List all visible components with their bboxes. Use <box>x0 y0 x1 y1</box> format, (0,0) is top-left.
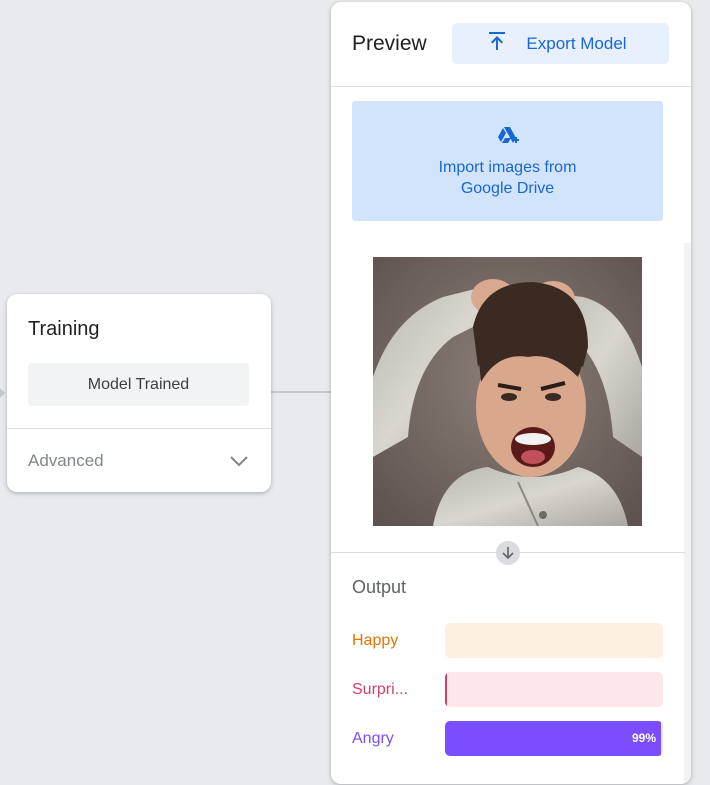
confidence-fill <box>445 721 661 756</box>
incoming-connector-arrow <box>0 388 5 398</box>
training-title: Training <box>28 318 100 340</box>
chevron-down-icon <box>229 455 249 467</box>
model-trained-button[interactable]: Model Trained <box>28 363 249 406</box>
arrow-down-icon <box>496 541 520 565</box>
class-label: Happy <box>352 632 399 649</box>
preview-title: Preview <box>352 32 427 55</box>
scrollbar[interactable] <box>684 243 691 784</box>
confidence-percent: 99% <box>631 731 656 745</box>
export-model-button[interactable]: Export Model <box>452 23 669 64</box>
output-row: Happy <box>352 623 663 659</box>
preview-panel: Preview Export Model Import images from … <box>331 2 691 784</box>
confidence-bar <box>445 623 663 658</box>
class-label: Surpri... <box>352 681 409 698</box>
advanced-toggle[interactable]: Advanced <box>7 429 271 492</box>
preview-image <box>373 257 642 526</box>
training-card: Training Model Trained Advanced <box>7 294 271 492</box>
output-row: Angry 99% <box>352 721 663 757</box>
confidence-bar <box>445 672 663 707</box>
confidence-fill <box>445 672 448 707</box>
export-model-label: Export Model <box>526 33 627 53</box>
confidence-bar: 99% <box>445 721 663 756</box>
connector-line <box>271 391 331 393</box>
google-drive-add-icon <box>496 126 520 153</box>
import-label-line1: Import images from <box>438 158 577 176</box>
upload-arrow-icon <box>488 31 506 56</box>
class-label: Angry <box>352 730 394 747</box>
output-title: Output <box>352 577 407 597</box>
advanced-label: Advanced <box>28 450 104 470</box>
import-google-drive-button[interactable]: Import images from Google Drive <box>352 101 663 221</box>
output-row: Surpri... <box>352 672 663 708</box>
header-divider <box>331 86 691 87</box>
import-label-line2: Google Drive <box>460 179 555 197</box>
